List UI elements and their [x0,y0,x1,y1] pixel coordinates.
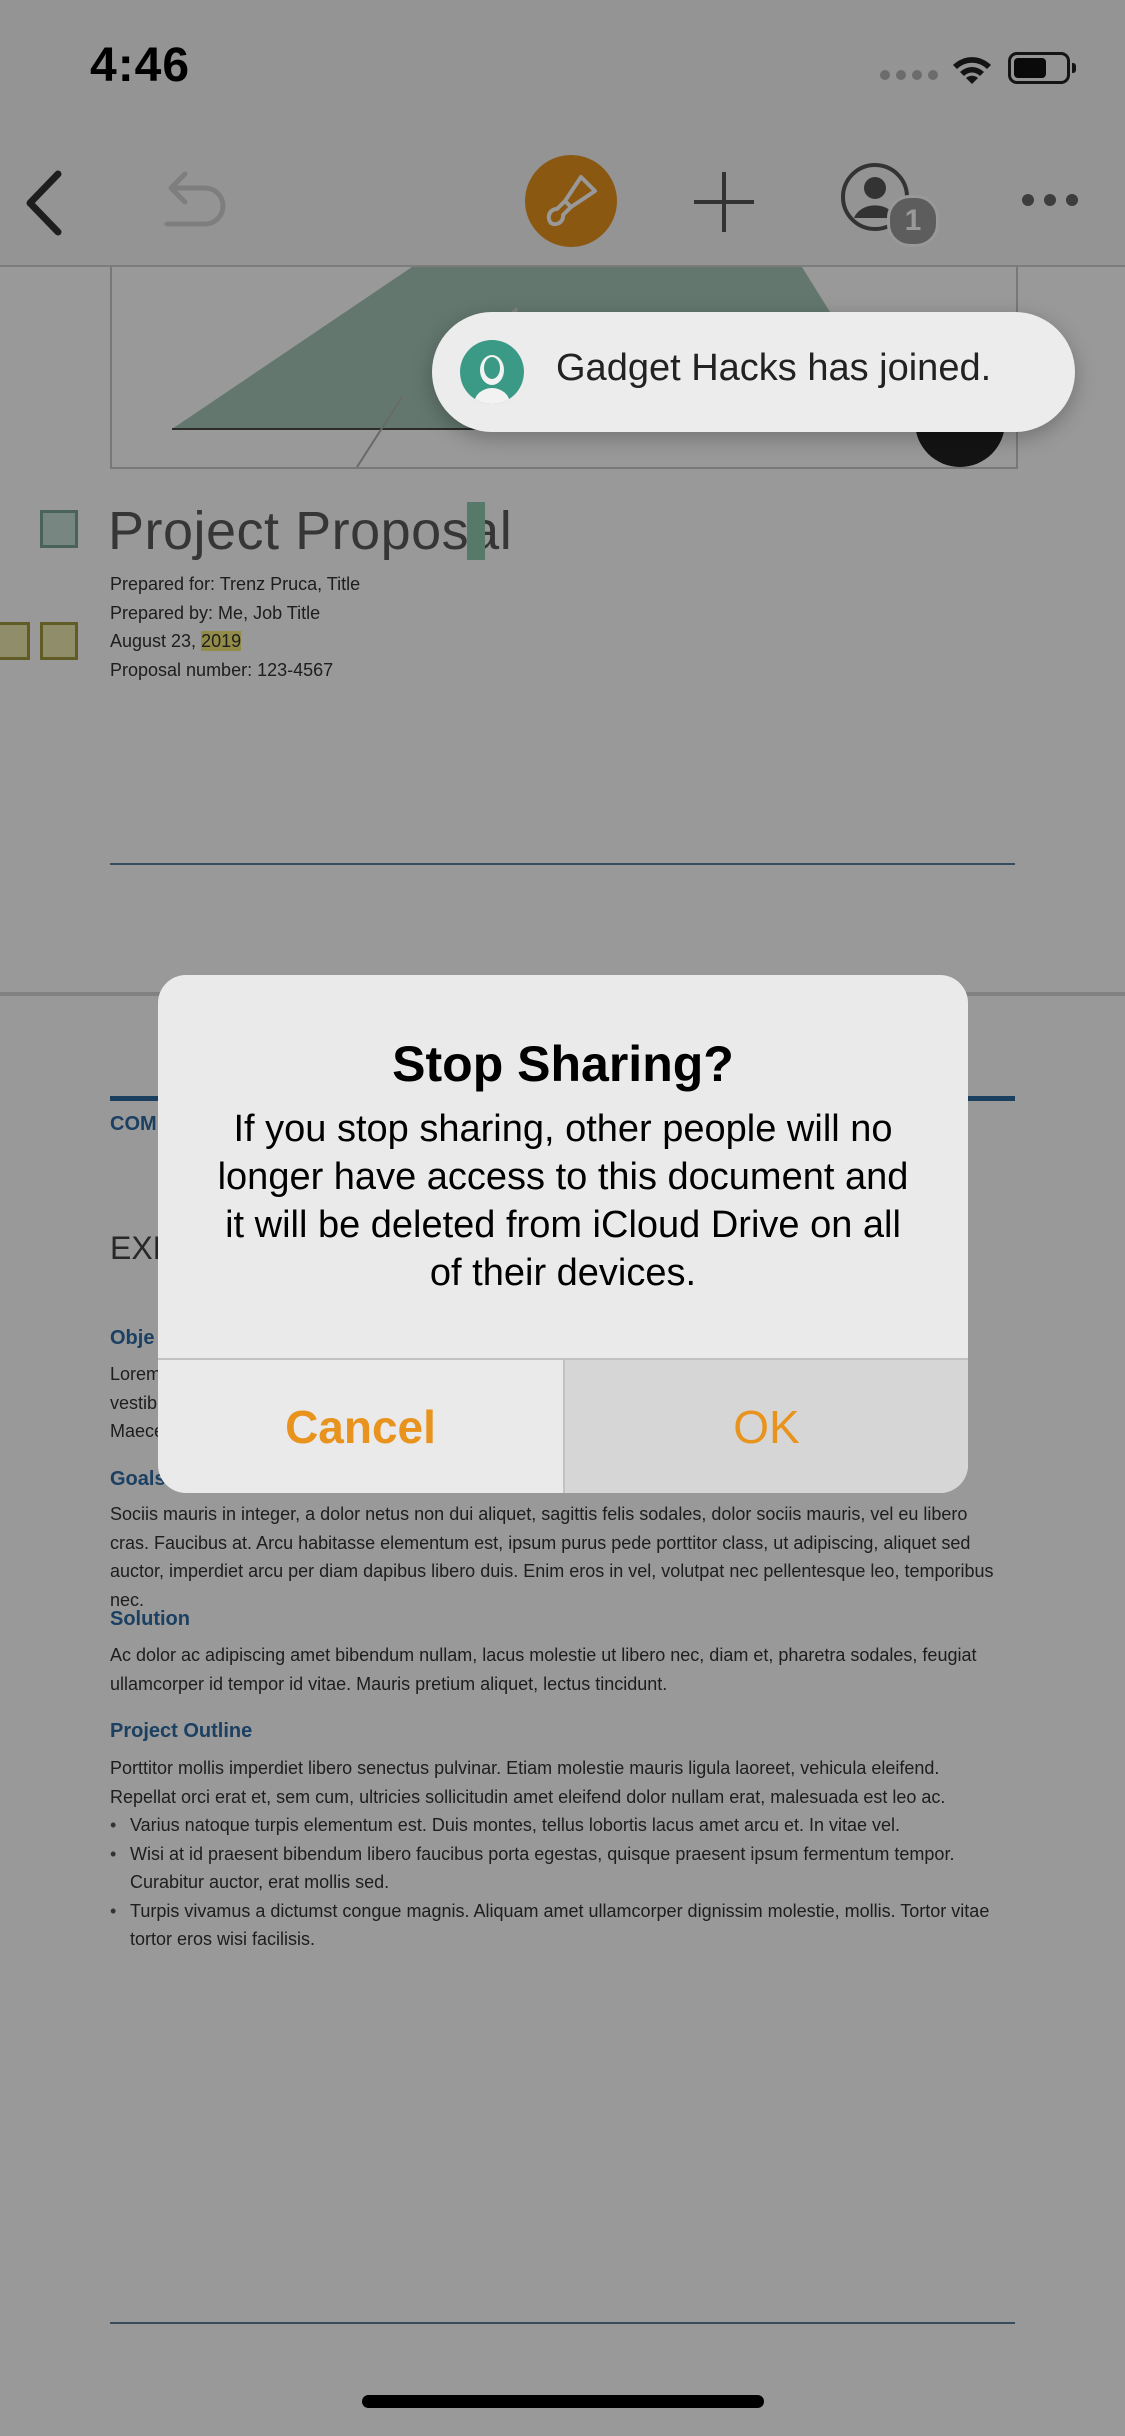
avatar-icon [460,340,524,404]
stop-sharing-alert: Stop Sharing? If you stop sharing, other… [158,975,968,1493]
alert-message: If you stop sharing, other people will n… [217,1108,909,1294]
home-indicator[interactable] [362,2395,764,2408]
notification-text: Gadget Hacks has joined. [556,347,992,389]
join-notification: Gadget Hacks has joined. [432,312,1075,432]
alert-title: Stop Sharing? [392,1036,734,1092]
ok-button[interactable]: OK [565,1360,968,1493]
cancel-button[interactable]: Cancel [158,1360,563,1493]
